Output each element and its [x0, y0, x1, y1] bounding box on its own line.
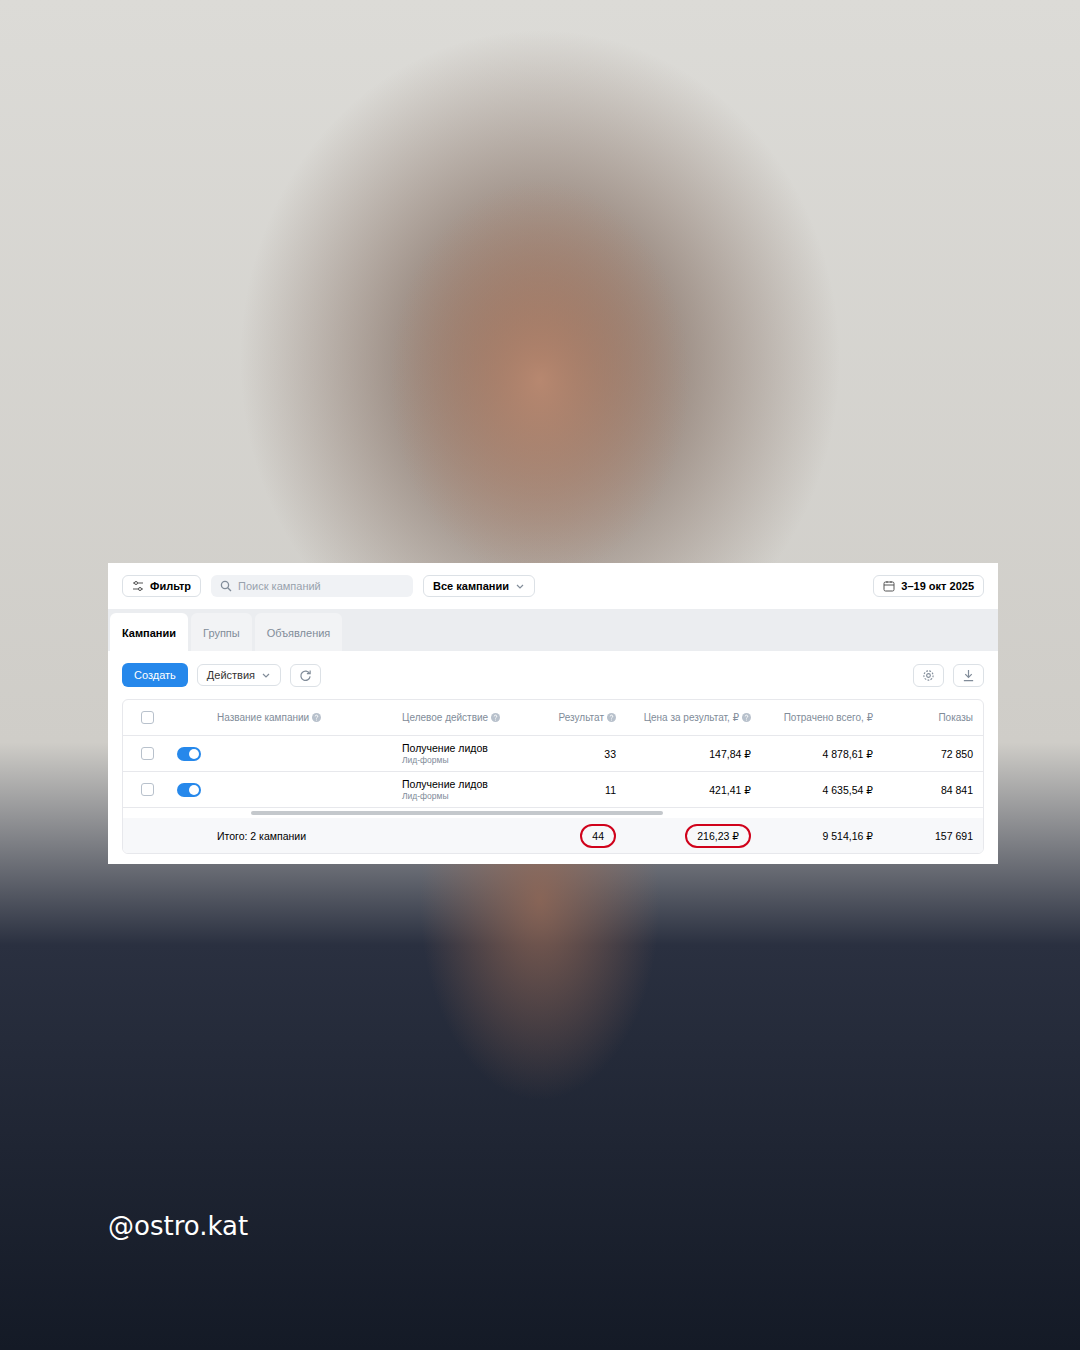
select-all-checkbox[interactable] [141, 711, 154, 724]
help-icon [312, 713, 321, 722]
date-range-button[interactable]: 3–19 окт 2025 [873, 575, 984, 597]
download-icon [962, 669, 975, 682]
filter-button[interactable]: Фильтр [122, 575, 201, 597]
refresh-button[interactable] [290, 664, 321, 687]
column-header: Название кампании [211, 712, 396, 723]
column-header: Результат [541, 712, 626, 723]
actions-bar: Создать Действия [122, 663, 984, 687]
tab[interactable]: Группы [191, 613, 252, 651]
settings-button[interactable] [913, 664, 944, 687]
row-checkbox[interactable] [141, 747, 154, 760]
column-header: Цена за результат, ₽ [626, 712, 761, 723]
ads-screenshot: Фильтр Поиск кампаний Все кампании 3–19 окт… [108, 563, 998, 864]
table-header: Название кампанииЦелевое действиеРезульт… [123, 700, 983, 736]
download-button[interactable] [953, 664, 984, 687]
column-header: Показы [883, 712, 983, 723]
help-icon [491, 713, 500, 722]
post-image: Фильтр Поиск кампаний Все кампании 3–19 окт… [0, 0, 1080, 1350]
total-value: 44 [580, 824, 616, 848]
help-icon [742, 713, 751, 722]
filter-icon [132, 580, 144, 592]
tabs: КампанииГруппыОбъявления [108, 609, 998, 651]
total-value: 216,23 ₽ [685, 824, 751, 848]
toolbar: Фильтр Поиск кампаний Все кампании 3–19 окт… [108, 563, 998, 609]
search-field[interactable]: Поиск кампаний [211, 575, 413, 597]
total-value: 157 691 [935, 830, 973, 842]
campaigns-dropdown[interactable]: Все кампании [423, 575, 535, 597]
chevron-down-icon [261, 670, 271, 680]
gear-icon [922, 669, 935, 682]
horizontal-scrollbar[interactable] [123, 808, 983, 818]
tab[interactable]: Кампании [110, 613, 188, 651]
total-row: Итого: 2 кампании44216,23 ₽9 514,16 ₽157… [123, 818, 983, 853]
campaign-toggle[interactable] [177, 783, 201, 797]
column-header: Потрачено всего, ₽ [761, 712, 883, 723]
search-icon [220, 580, 232, 592]
column-header: Целевое действие [396, 712, 541, 723]
tab[interactable]: Объявления [255, 613, 343, 651]
chevron-down-icon [515, 581, 525, 591]
table-row: Получение лидовЛид-формы33147,84 ₽4 878,… [123, 736, 983, 772]
table-row: Получение лидовЛид-формы11421,41 ₽4 635,… [123, 772, 983, 808]
row-checkbox[interactable] [141, 783, 154, 796]
total-value: 9 514,16 ₽ [823, 830, 873, 842]
create-button[interactable]: Создать [122, 663, 188, 687]
actions-dropdown[interactable]: Действия [197, 664, 281, 686]
calendar-icon [883, 580, 895, 592]
help-icon [607, 713, 616, 722]
campaign-toggle[interactable] [177, 747, 201, 761]
watermark: @ostro.kat [108, 1211, 998, 1241]
campaigns-table: Название кампанииЦелевое действиеРезульт… [122, 699, 984, 854]
refresh-icon [299, 669, 312, 682]
